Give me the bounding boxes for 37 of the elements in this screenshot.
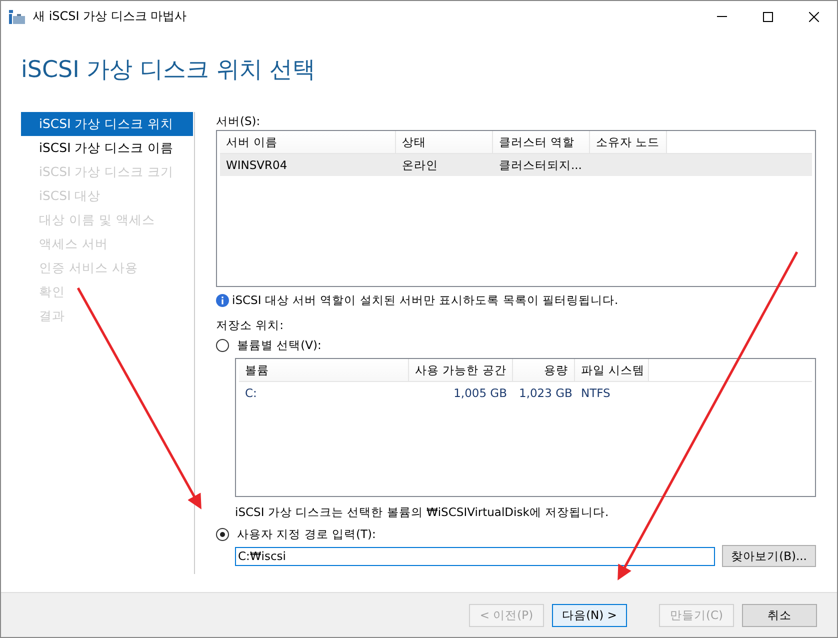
wizard-button[interactable]: 취소 — [742, 604, 817, 626]
column-header[interactable]: 용량 — [513, 359, 575, 381]
column-header[interactable]: 클러스터 역할 — [493, 131, 590, 153]
radio-label: 볼륨별 선택(V): — [237, 338, 322, 352]
minimize-icon — [717, 16, 727, 17]
server-row[interactable]: WINSVR04 온라인 클러스터되지... — [220, 154, 812, 176]
wizard-step[interactable]: iSCSI 가상 디스크 위치 — [21, 112, 193, 136]
radio-button[interactable] — [216, 528, 229, 540]
storage-label: 저장소 위치: — [216, 317, 285, 334]
column-header[interactable]: 소유자 노드 — [590, 131, 667, 153]
table-cell-text: NTFS — [580, 385, 612, 402]
column-header[interactable]: 파일 시스템 — [575, 359, 649, 381]
wizard-button[interactable]: 다음(N) > — [552, 604, 627, 626]
page-heading: iSCSI 가상 디스크 위치 선택 — [20, 56, 317, 85]
table-cell-text: 온라인 — [401, 157, 439, 174]
info-text: iSCSI 대상 서버 역할이 설치된 서버만 표시하도록 목록이 필터링됩니다. — [232, 292, 618, 308]
info-icon — [216, 294, 229, 306]
column-header[interactable]: 서버 이름 — [220, 131, 396, 153]
table-cell-text: C: — [244, 385, 258, 402]
table-cell-text: 1,023 GB — [518, 385, 574, 402]
table-cell-text: WINSVR04 — [225, 157, 288, 174]
browse-button[interactable]: 찾아보기(B)... — [722, 545, 816, 567]
radio-label: 사용자 지정 경로 입력(T): — [237, 526, 376, 542]
servers-label: 서버(S): — [216, 113, 262, 130]
column-header[interactable]: 상태 — [396, 131, 493, 153]
wizard-step[interactable]: iSCSI 가상 디스크 이름 — [21, 136, 193, 160]
server-icon — [9, 10, 25, 24]
maximize-icon — [763, 12, 773, 22]
path-field[interactable]: C:₩iscsi — [235, 546, 715, 566]
column-header[interactable]: 볼륨 — [239, 359, 409, 381]
radio-button[interactable] — [216, 338, 229, 352]
column-header[interactable]: 사용 가능한 공간 — [409, 359, 513, 381]
note-text: iSCSI 가상 디스크는 선택한 볼륨의 ₩iSCSIVirtualDisk에 저장됩니다. — [235, 504, 610, 521]
table-cell-text: 1,005 GB — [452, 385, 508, 402]
close-icon — [809, 12, 819, 22]
table-cell-text: 클러스터되지... — [498, 157, 583, 174]
window-title: 새 iSCSI 가상 디스크 마법사 — [33, 8, 188, 25]
